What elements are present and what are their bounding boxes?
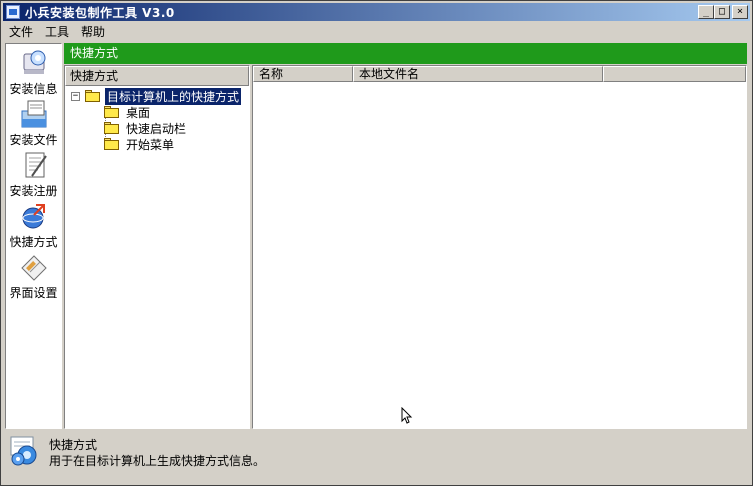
open-folder-icon	[85, 90, 101, 102]
column-header-local-file[interactable]: 本地文件名	[353, 66, 603, 82]
minimize-button[interactable]: _	[698, 5, 714, 19]
folder-icon	[104, 122, 120, 134]
info-title: 快捷方式	[49, 438, 98, 452]
sidebar-item-label: 安装信息	[9, 82, 58, 96]
sidebar-item-label: 界面设置	[9, 286, 58, 300]
folder-icon	[104, 138, 120, 150]
menu-file[interactable]: 文件	[3, 23, 39, 40]
menu-bar: 文件 工具 帮助	[3, 22, 111, 41]
menu-tools[interactable]: 工具	[39, 23, 75, 40]
sidebar: 安装信息 安装文件 安装注册 快捷方式 界面设置	[5, 43, 62, 429]
window-controls: _ □ ×	[698, 5, 748, 19]
info-description: 用于在目标计算机上生成快捷方式信息。	[49, 454, 266, 468]
interface-settings-icon	[18, 252, 50, 282]
mouse-cursor-icon	[401, 406, 413, 425]
install-info-icon	[18, 48, 50, 78]
sidebar-item-shortcut[interactable]: 快捷方式	[6, 201, 61, 250]
section-header: 快捷方式	[64, 43, 747, 64]
shortcut-icon	[18, 201, 50, 231]
column-header-spacer	[603, 66, 746, 82]
sidebar-item-install-registry[interactable]: 安装注册	[6, 150, 61, 199]
title-bar[interactable]: 小兵安装包制作工具 V3.0 _ □ ×	[3, 3, 750, 21]
sidebar-item-install-files[interactable]: 安装文件	[6, 99, 61, 148]
collapse-toggle[interactable]: −	[71, 91, 80, 101]
info-panel: 快捷方式 用于在目标计算机上生成快捷方式信息。	[5, 432, 747, 482]
tree-item-label: 快速启动栏	[126, 121, 187, 136]
sidebar-item-label: 安装文件	[9, 133, 58, 147]
column-header-name[interactable]: 名称	[253, 66, 353, 82]
tree-item-label: 桌面	[126, 105, 151, 120]
info-gear-icon	[9, 435, 41, 467]
shortcut-list[interactable]: 名称 本地文件名	[252, 65, 747, 429]
sidebar-item-label: 安装注册	[9, 184, 58, 198]
window-title: 小兵安装包制作工具 V3.0	[25, 5, 175, 20]
menu-help[interactable]: 帮助	[75, 23, 111, 40]
tree-header: 快捷方式	[65, 66, 249, 86]
folder-icon	[104, 106, 120, 118]
tree-item-start-menu[interactable]: 开始菜单	[104, 136, 176, 152]
tree-root-label: 目标计算机上的快捷方式	[103, 86, 243, 106]
sidebar-item-label: 快捷方式	[9, 235, 58, 249]
maximize-button[interactable]: □	[714, 5, 730, 19]
tree-item-quick-launch[interactable]: 快速启动栏	[104, 120, 188, 136]
install-files-icon	[18, 99, 50, 129]
shortcut-tree: 快捷方式 − 目标计算机上的快捷方式 桌面 快速启动栏 开始菜单	[64, 65, 250, 429]
close-button[interactable]: ×	[732, 5, 748, 19]
app-icon	[6, 5, 20, 19]
sidebar-item-install-info[interactable]: 安装信息	[6, 48, 61, 97]
tree-root[interactable]: − 目标计算机上的快捷方式	[71, 86, 243, 106]
sidebar-item-interface-settings[interactable]: 界面设置	[6, 252, 61, 301]
install-registry-icon	[18, 150, 50, 180]
list-header: 名称 本地文件名	[253, 66, 746, 82]
app-window: 小兵安装包制作工具 V3.0 _ □ × 文件 工具 帮助 安装信息 安装文件 …	[0, 0, 753, 486]
tree-item-label: 开始菜单	[126, 137, 175, 152]
tree-item-desktop[interactable]: 桌面	[104, 104, 152, 120]
